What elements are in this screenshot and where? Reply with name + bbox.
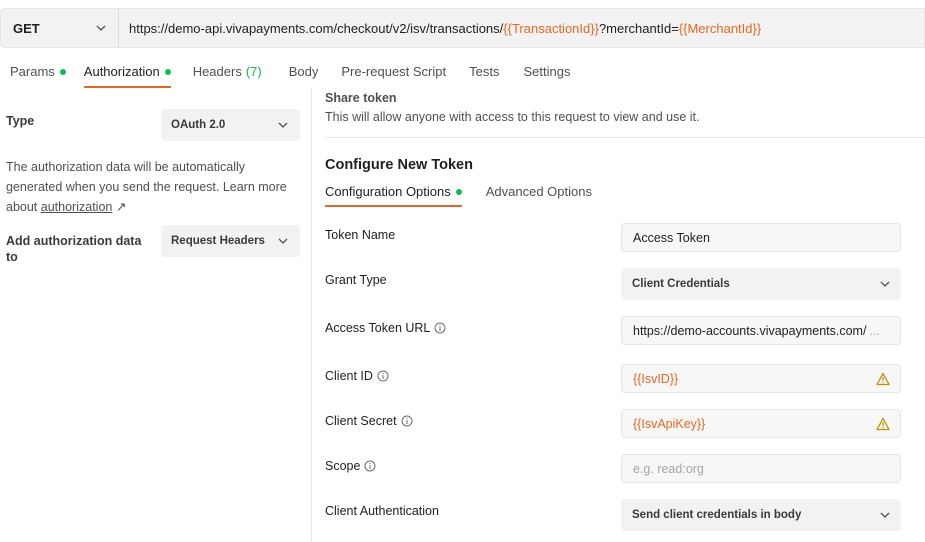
info-icon (377, 370, 389, 382)
token-name-value: Access Token (633, 230, 710, 245)
info-icon (401, 415, 413, 427)
url-base: https://demo-api.vivapayments.com/checko… (129, 20, 504, 36)
chevron-down-icon (278, 122, 288, 128)
add-auth-data-value: Request Headers (171, 235, 265, 247)
info-icon (364, 460, 376, 472)
auth-type-value: OAuth 2.0 (171, 119, 226, 131)
scope-placeholder: e.g. read:org (633, 461, 704, 476)
grant-type-label-text: Grant Type (325, 273, 387, 287)
url-query: ?merchantId= (598, 20, 679, 36)
client-secret-value: {{IsvApiKey}} (633, 416, 706, 431)
method-select[interactable]: GET (0, 8, 118, 48)
headers-count: (7) (245, 64, 262, 79)
tab-params[interactable]: Params (10, 58, 66, 88)
tab-advanced-options[interactable]: Advanced Options (486, 182, 592, 207)
token-config-panel: Share token This will allow anyone with … (313, 88, 925, 542)
tab-configuration-options[interactable]: Configuration Options (325, 182, 462, 207)
status-dot-icon (164, 69, 171, 75)
authorization-learn-more-link[interactable]: authorization (41, 200, 113, 214)
token-name-label-text: Token Name (325, 228, 396, 242)
tab-params-label: Params (10, 64, 55, 79)
tab-headers-label: Headers (192, 64, 242, 79)
client-auth-value: Send client credentials in body (632, 509, 802, 521)
overflow-ellipsis: ... (869, 323, 880, 338)
request-url-bar: GET https://demo-api.vivapayments.com/ch… (0, 8, 925, 48)
client-auth-label-text: Client Authentication (325, 504, 439, 518)
tab-settings[interactable]: Settings (523, 58, 570, 88)
access-token-url-value: https://demo-accounts.vivapayments.com/ (633, 323, 867, 338)
access-token-url-label: Access Token URL (325, 321, 446, 335)
url-variable-merchant-id: {{MerchantId}} (678, 20, 762, 36)
grant-type-label: Grant Type (325, 273, 387, 287)
share-token-description: This will allow anyone with access to th… (325, 110, 700, 124)
client-secret-input[interactable]: {{IsvApiKey}} (621, 409, 901, 438)
chevron-down-icon (880, 281, 890, 287)
chevron-down-icon (96, 25, 106, 31)
scope-label-text: Scope (325, 459, 361, 473)
tab-tests-label: Tests (469, 64, 500, 79)
chevron-down-icon (278, 238, 288, 244)
status-dot-icon (59, 69, 66, 75)
scope-input[interactable]: e.g. read:org (621, 454, 901, 483)
warning-icon[interactable] (876, 372, 890, 386)
auth-description: The authorization data will be automatic… (6, 157, 301, 217)
type-label: Type (6, 114, 35, 128)
share-token-title: Share token (325, 91, 397, 105)
configure-token-title: Configure New Token (325, 157, 473, 173)
request-tabs: Params Authorization Headers (7) Body Pre… (0, 58, 582, 88)
client-id-value: {{IsvID}} (633, 371, 679, 386)
grant-type-value: Client Credentials (632, 278, 730, 290)
auth-type-panel: Type OAuth 2.0 The authorization data wi… (0, 88, 312, 542)
add-auth-data-label: Add authorization data to (6, 234, 142, 264)
url-variable-transaction-id: {{TransactionId}} (503, 20, 599, 36)
tab-pre-request-script[interactable]: Pre-request Script (341, 58, 446, 88)
method-label: GET (13, 20, 40, 36)
grant-type-select[interactable]: Client Credentials (621, 268, 901, 300)
status-dot-icon (455, 189, 462, 195)
tab-authorization[interactable]: Authorization (83, 58, 171, 88)
tab-body[interactable]: Body (289, 58, 319, 88)
client-secret-label-text: Client Secret (325, 414, 397, 428)
tab-tests[interactable]: Tests (469, 58, 499, 88)
client-id-label: Client ID (325, 369, 389, 383)
auth-type-select[interactable]: OAuth 2.0 (161, 109, 300, 141)
external-link-icon: ↗ (115, 200, 127, 214)
token-name-label: Token Name (325, 228, 395, 242)
tab-configuration-options-label: Configuration Options (325, 184, 451, 199)
tab-settings-label: Settings (523, 64, 571, 79)
tab-body-label: Body (288, 64, 319, 79)
client-id-input[interactable]: {{IsvID}} (621, 364, 901, 393)
tab-pre-request-label: Pre-request Script (341, 64, 447, 79)
url-input[interactable]: https://demo-api.vivapayments.com/checko… (118, 8, 925, 48)
client-id-label-text: Client ID (325, 369, 373, 383)
divider (325, 137, 925, 138)
config-subtabs: Configuration Options Advanced Options (325, 182, 616, 207)
token-name-input[interactable]: Access Token (621, 223, 901, 252)
client-auth-select[interactable]: Send client credentials in body (621, 499, 901, 531)
client-secret-label: Client Secret (325, 414, 413, 428)
info-icon (434, 322, 446, 334)
tab-headers[interactable]: Headers (7) (193, 58, 262, 88)
access-token-url-label-text: Access Token URL (325, 321, 431, 335)
warning-icon[interactable] (876, 417, 890, 431)
scope-label: Scope (325, 459, 376, 473)
access-token-url-input[interactable]: https://demo-accounts.vivapayments.com/.… (621, 316, 901, 345)
add-auth-data-select[interactable]: Request Headers (161, 225, 300, 257)
client-auth-label: Client Authentication (325, 504, 439, 518)
tab-advanced-options-label: Advanced Options (485, 184, 592, 199)
tab-authorization-label: Authorization (83, 64, 160, 79)
chevron-down-icon (880, 512, 890, 518)
